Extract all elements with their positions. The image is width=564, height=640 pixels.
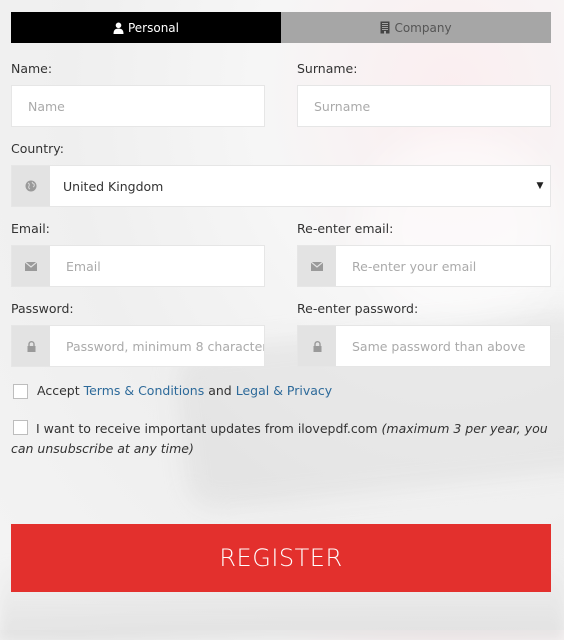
- country-select[interactable]: United Kingdom ▼: [11, 165, 551, 207]
- user-icon: [113, 22, 124, 34]
- email-label: Email:: [11, 221, 50, 236]
- terms-conditions-link[interactable]: Terms & Conditions: [84, 383, 205, 398]
- account-type-tabs: Personal Company: [11, 12, 551, 43]
- password-confirm-label: Re-enter password:: [297, 301, 419, 316]
- email-confirm-input[interactable]: [336, 246, 550, 286]
- password-input[interactable]: [50, 326, 264, 366]
- legal-privacy-link[interactable]: Legal & Privacy: [236, 383, 332, 398]
- name-label: Name:: [11, 61, 53, 76]
- surname-field-wrapper: [297, 85, 551, 127]
- terms-checkbox[interactable]: [13, 384, 28, 399]
- email-confirm-field-wrapper: [297, 245, 551, 287]
- password-field-wrapper: [11, 325, 265, 367]
- country-value: United Kingdom: [63, 178, 164, 194]
- name-input[interactable]: [12, 86, 264, 126]
- password-confirm-field-wrapper: [297, 325, 551, 367]
- country-label: Country:: [11, 141, 64, 156]
- email-field-wrapper: [11, 245, 265, 287]
- globe-icon: [12, 166, 50, 206]
- lock-icon: [12, 326, 50, 366]
- terms-text: Accept Terms & Conditions and Legal & Pr…: [37, 381, 332, 401]
- updates-row: I want to receive important updates from…: [11, 417, 551, 459]
- envelope-icon: [12, 246, 50, 286]
- surname-input[interactable]: [298, 86, 550, 126]
- tab-company[interactable]: Company: [281, 12, 551, 43]
- tab-company-label: Company: [394, 20, 452, 35]
- email-confirm-label: Re-enter email:: [297, 221, 394, 236]
- updates-text: I want to receive important updates from…: [36, 421, 382, 436]
- password-label: Password:: [11, 301, 74, 316]
- chevron-down-icon: ▼: [536, 181, 544, 191]
- email-input[interactable]: [50, 246, 264, 286]
- terms-prefix: Accept: [37, 383, 84, 398]
- updates-checkbox[interactable]: [13, 420, 28, 435]
- terms-middle: and: [204, 383, 236, 398]
- password-confirm-input[interactable]: [336, 326, 550, 366]
- register-form: Personal Company Name: Surname: Country:: [11, 12, 551, 459]
- terms-row: Accept Terms & Conditions and Legal & Pr…: [11, 381, 551, 401]
- name-field-wrapper: [11, 85, 265, 127]
- lock-icon: [298, 326, 336, 366]
- tab-personal-label: Personal: [127, 20, 179, 35]
- building-icon: [380, 21, 390, 34]
- envelope-icon: [298, 246, 336, 286]
- register-button[interactable]: REGISTER: [11, 524, 551, 592]
- tab-personal[interactable]: Personal: [11, 12, 281, 43]
- surname-label: Surname:: [297, 61, 358, 76]
